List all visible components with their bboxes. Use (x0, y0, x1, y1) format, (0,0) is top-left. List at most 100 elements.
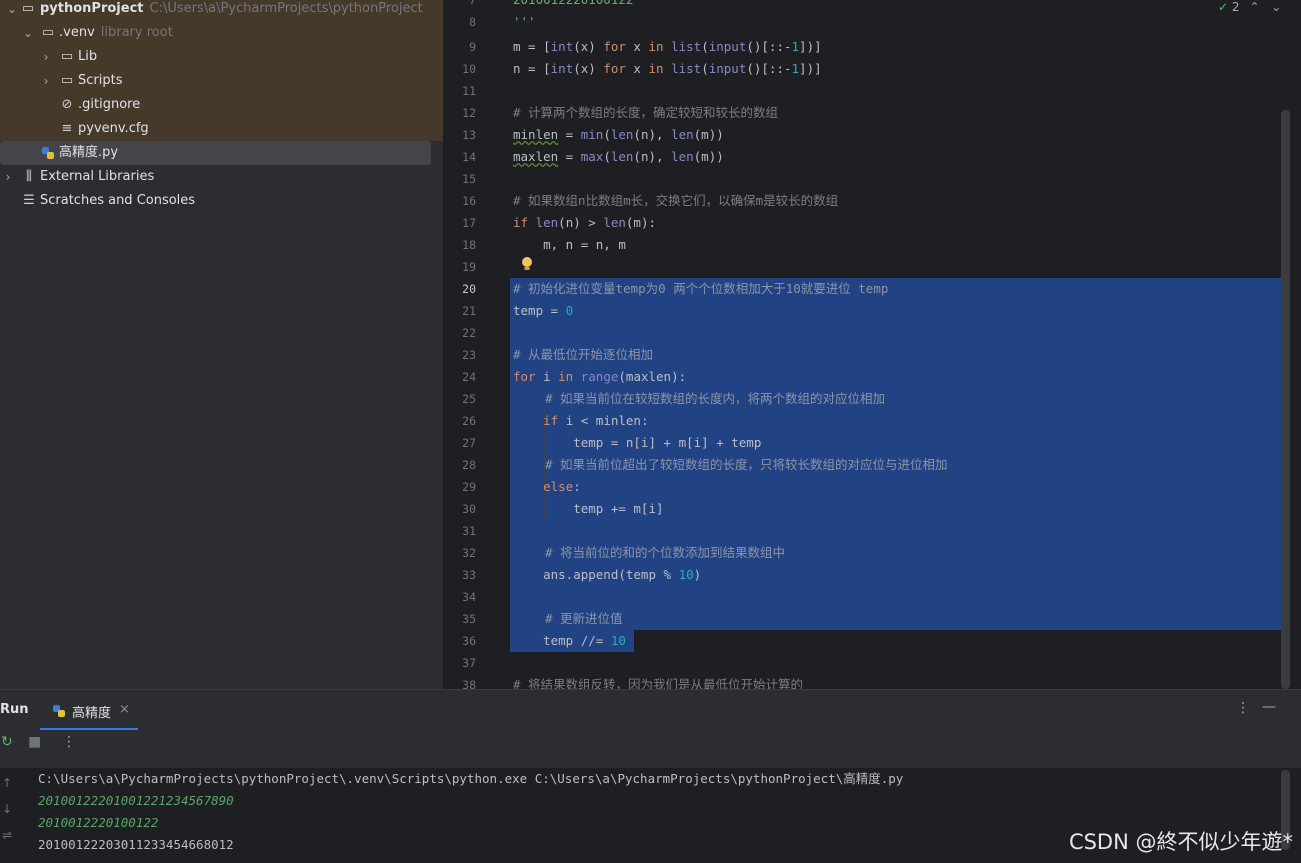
code-line-26: if i < minlen: (543, 413, 649, 428)
project-path: C:\Users\a\PycharmProjects\pythonProject (149, 1, 423, 16)
close-icon[interactable]: × (119, 702, 130, 717)
code-line-32: # 将当前位的和的个位数添加到结果数组中 (545, 545, 786, 560)
scratches-icon: ☰ (23, 193, 35, 208)
tree-item-external-libraries[interactable]: › ⫼ External Libraries (0, 165, 443, 189)
line-number: 35 (462, 612, 476, 626)
line-number: 36 (462, 634, 476, 648)
tree-item-project-root[interactable]: ⌄ ▭ pythonProject C:\Users\a\PycharmProje… (0, 0, 443, 21)
line-number: 33 (462, 568, 476, 582)
line-number: 15 (462, 172, 476, 186)
line-number: 12 (462, 106, 476, 120)
code-editor[interactable]: 2010012220100122 ''' m = [int(x) for x i… (510, 0, 1290, 689)
tree-item-scratches[interactable]: ☰ Scratches and Consoles (0, 189, 443, 213)
console-input-line: 2010012220100122 (38, 815, 159, 830)
venv-hint: library root (100, 25, 173, 40)
chevron-down-icon[interactable]: ⌄ (22, 21, 34, 45)
line-number: 10 (462, 62, 476, 76)
line-number: 16 (462, 194, 476, 208)
line-number: 20 (462, 282, 476, 296)
line-number: 17 (462, 216, 476, 230)
line-number: 18 (462, 238, 476, 252)
line-number: 31 (462, 524, 476, 538)
lightbulb-icon[interactable] (521, 256, 533, 272)
code-line-12: # 计算两个数组的长度，确定较短和较长的数组 (513, 105, 779, 120)
line-number: 27 (462, 436, 476, 450)
tree-item-venv[interactable]: ⌄ ▭ .venv library root (0, 21, 443, 45)
chevron-down-icon[interactable]: ⌄ (1271, 0, 1281, 14)
minimize-icon[interactable]: — (1262, 699, 1276, 715)
code-line-8: ''' (513, 14, 536, 29)
line-number: 13 (462, 128, 476, 142)
more-options-icon[interactable]: ⋮ (1236, 700, 1250, 716)
ignore-file-icon: ⊘ (61, 97, 73, 112)
line-number-gutter[interactable]: 7 8 9 10 11 12 13 14 15 16 17 18 19 20 21 22 23 24 25 26 27 2… (443, 0, 510, 692)
line-number: 24 (462, 370, 476, 384)
more-options-icon[interactable]: ⋮ (62, 734, 76, 750)
line-number: 9 (469, 40, 476, 54)
project-name: pythonProject (40, 1, 144, 16)
chevron-right-icon[interactable]: › (40, 69, 52, 93)
line-number: 8 (469, 15, 476, 29)
code-line-17: if len(n) > len(m): (513, 215, 657, 230)
console-line: C:\Users\a\PycharmProjects\pythonProject… (38, 771, 904, 786)
line-number: 7 (469, 0, 476, 7)
line-number: 30 (462, 502, 476, 516)
line-number: 19 (462, 260, 476, 274)
line-number: 25 (462, 392, 476, 406)
inspection-widget[interactable]: ✓ 2 ⌃ ⌄ (1218, 0, 1281, 14)
pyvenv-label: pyvenv.cfg (78, 121, 149, 136)
folder-icon: ▭ (41, 25, 55, 40)
code-line-29: else: (543, 479, 581, 494)
code-line-13: minlen = min(len(n), len(m)) (513, 127, 724, 142)
problems-count: 2 (1231, 0, 1240, 14)
code-line-23: # 从最低位开始逐位相加 (513, 347, 654, 362)
scroll-down-icon[interactable]: ↓ (2, 802, 12, 816)
line-number: 26 (462, 414, 476, 428)
tree-item-main-file[interactable]: 高精度.py (0, 141, 431, 165)
folder-icon: ▭ (60, 73, 74, 88)
chevron-down-icon[interactable]: ⌄ (6, 0, 18, 21)
scroll-up-icon[interactable]: ↑ (2, 776, 12, 790)
line-number: 14 (462, 150, 476, 164)
project-tree: ⌄ ▭ pythonProject C:\Users\a\PycharmProje… (0, 0, 443, 689)
line-number: 32 (462, 546, 476, 560)
code-line-21: temp = 0 (513, 303, 574, 318)
chevron-up-icon[interactable]: ⌃ (1249, 0, 1259, 14)
library-icon: ⫼ (26, 169, 32, 184)
python-file-icon (40, 141, 56, 165)
run-toolbar: ↻ ■ ⋮ (0, 734, 1301, 766)
line-number: 28 (462, 458, 476, 472)
code-line-20: # 初始化进位变量temp为0 两个个位数相加大于10就要进位 temp (513, 281, 889, 296)
tree-item-pyvenv[interactable]: ≡ pyvenv.cfg (0, 117, 443, 141)
run-title: Run (0, 702, 29, 717)
run-panel-header: Run 高精度 × ⋮ — (0, 690, 1301, 730)
line-number: 29 (462, 480, 476, 494)
gitignore-label: .gitignore (78, 97, 141, 112)
tree-item-scripts[interactable]: › ▭ Scripts (0, 69, 443, 93)
code-line-33: ans.append(temp % 10) (513, 567, 702, 582)
code-line-7: 2010012220100122 (513, 0, 633, 11)
line-number: 21 (462, 304, 476, 318)
line-number: 11 (462, 84, 476, 98)
tab-run-config[interactable]: 高精度 × (40, 690, 138, 730)
scratches-label: Scratches and Consoles (40, 193, 196, 208)
soft-wrap-icon[interactable]: ⇌ (2, 828, 12, 842)
editor-scrollbar[interactable] (1281, 110, 1290, 689)
rerun-icon[interactable]: ↻ (1, 734, 13, 750)
console-line: 20100122203011233454668012 (38, 837, 234, 852)
stop-icon[interactable]: ■ (28, 734, 41, 750)
console-input-line: 20100122201001221234567890 (38, 793, 234, 808)
tree-item-gitignore[interactable]: ⊘ .gitignore (0, 93, 443, 117)
code-line-10: n = [int(x) for x in list(input()[::-1])… (513, 61, 822, 76)
line-number: 34 (462, 590, 476, 604)
lib-label: Lib (78, 49, 98, 64)
code-line-28: # 如果当前位超出了较短数组的长度，只将较长数组的对应位与进位相加 (545, 457, 948, 472)
chevron-right-icon[interactable]: › (40, 45, 52, 69)
code-line-38: # 将结果数组反转，因为我们是从最低位开始计算的 (513, 677, 804, 689)
config-file-icon: ≡ (61, 121, 73, 136)
tree-item-lib[interactable]: › ▭ Lib (0, 45, 443, 69)
scripts-label: Scripts (78, 73, 123, 88)
chevron-right-icon[interactable]: › (2, 165, 14, 189)
external-libraries-label: External Libraries (40, 169, 155, 184)
line-number: 23 (462, 348, 476, 362)
